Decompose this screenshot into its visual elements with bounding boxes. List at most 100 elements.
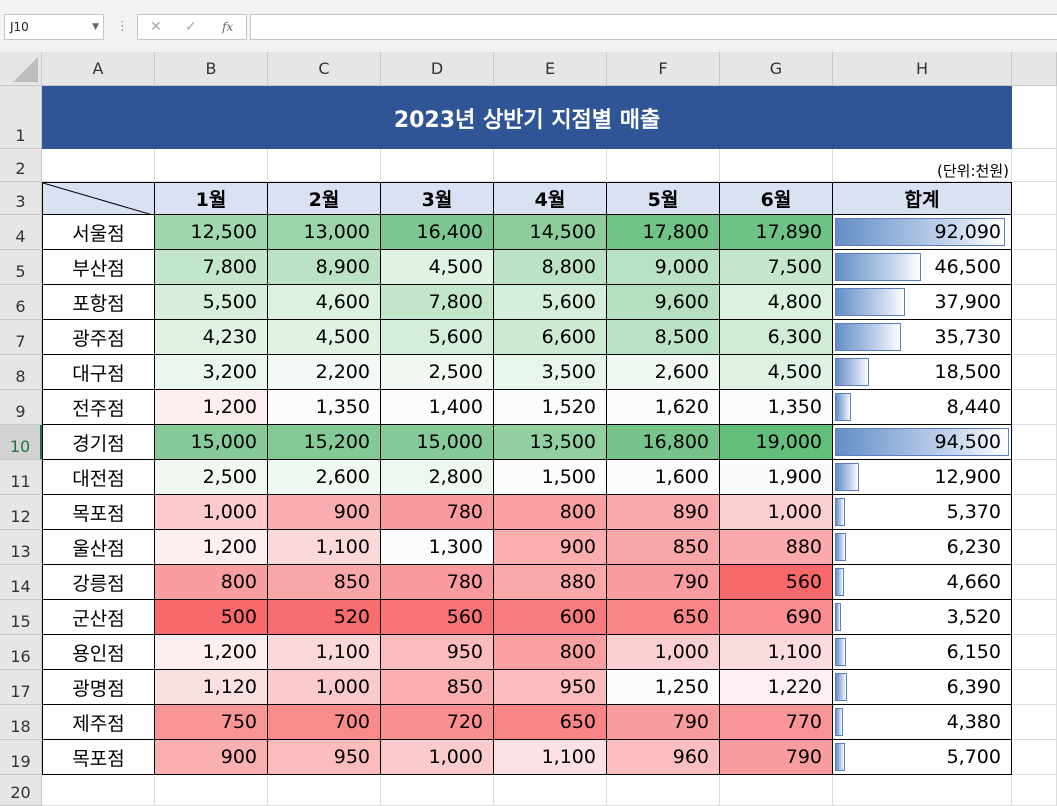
month-header-5[interactable]: 5월 (607, 182, 720, 215)
sales-cell[interactable]: 1,350 (268, 390, 381, 425)
sales-cell[interactable]: 560 (720, 565, 833, 600)
sales-cell[interactable]: 960 (607, 740, 720, 775)
sales-cell[interactable]: 2,500 (155, 460, 268, 495)
sheet-title[interactable]: 2023년 상반기 지점별 매출 (42, 86, 1012, 149)
month-header-3[interactable]: 3월 (381, 182, 494, 215)
branch-name[interactable]: 대구점 (42, 355, 155, 390)
sales-cell[interactable]: 950 (494, 670, 607, 705)
row-header-14[interactable]: 14 (0, 565, 42, 600)
cancel-icon[interactable]: ✕ (150, 15, 162, 39)
total-cell[interactable]: 92,090 (833, 215, 1012, 250)
grid-cell[interactable] (1012, 320, 1057, 355)
branch-name[interactable]: 광주점 (42, 320, 155, 355)
grid-cell[interactable] (720, 775, 833, 806)
grid-cell[interactable] (1012, 495, 1057, 530)
grid-cell[interactable] (155, 775, 268, 806)
sales-cell[interactable]: 560 (381, 600, 494, 635)
sales-cell[interactable]: 4,600 (268, 285, 381, 320)
total-cell[interactable]: 12,900 (833, 460, 1012, 495)
grid-cell[interactable] (268, 775, 381, 806)
total-cell[interactable]: 6,390 (833, 670, 1012, 705)
sales-cell[interactable]: 1,600 (607, 460, 720, 495)
sales-cell[interactable]: 4,500 (720, 355, 833, 390)
sales-cell[interactable]: 1,120 (155, 670, 268, 705)
sales-cell[interactable]: 520 (268, 600, 381, 635)
select-all-button[interactable] (0, 52, 42, 86)
row-header-8[interactable]: 8 (0, 355, 42, 390)
corner-header-cell[interactable] (42, 182, 155, 215)
sales-cell[interactable]: 1,500 (494, 460, 607, 495)
sales-cell[interactable]: 1,300 (381, 530, 494, 565)
branch-name[interactable]: 강릉점 (42, 565, 155, 600)
sales-cell[interactable]: 8,900 (268, 250, 381, 285)
branch-name[interactable]: 목포점 (42, 740, 155, 775)
sales-cell[interactable]: 880 (720, 530, 833, 565)
sales-cell[interactable]: 8,800 (494, 250, 607, 285)
month-header-6[interactable]: 6월 (720, 182, 833, 215)
row-header-15[interactable]: 15 (0, 600, 42, 635)
sales-cell[interactable]: 500 (155, 600, 268, 635)
sales-cell[interactable]: 7,800 (155, 250, 268, 285)
sales-cell[interactable]: 8,500 (607, 320, 720, 355)
formula-bar-grip-icon[interactable]: ⋮ (116, 14, 129, 40)
row-header-12[interactable]: 12 (0, 495, 42, 530)
insert-function-icon[interactable]: fx (222, 15, 233, 39)
row-header-4[interactable]: 4 (0, 215, 42, 250)
sales-cell[interactable]: 6,600 (494, 320, 607, 355)
sales-cell[interactable]: 800 (494, 495, 607, 530)
grid-cell[interactable] (1012, 705, 1057, 740)
sales-cell[interactable]: 15,200 (268, 425, 381, 460)
sales-cell[interactable]: 19,000 (720, 425, 833, 460)
total-cell[interactable]: 5,370 (833, 495, 1012, 530)
branch-name[interactable]: 용인점 (42, 635, 155, 670)
branch-name[interactable]: 제주점 (42, 705, 155, 740)
sales-cell[interactable]: 4,800 (720, 285, 833, 320)
grid-cell[interactable] (1012, 355, 1057, 390)
row-header-1[interactable]: 1 (0, 86, 42, 149)
branch-name[interactable]: 군산점 (42, 600, 155, 635)
row-header-2[interactable]: 2 (0, 149, 42, 182)
sales-cell[interactable]: 780 (381, 495, 494, 530)
grid-cell[interactable] (1012, 530, 1057, 565)
grid-cell[interactable] (1012, 390, 1057, 425)
sales-cell[interactable]: 2,600 (268, 460, 381, 495)
sales-cell[interactable]: 1,520 (494, 390, 607, 425)
name-box[interactable]: J10 ▼ (4, 14, 104, 40)
sales-cell[interactable]: 2,600 (607, 355, 720, 390)
row-header-19[interactable]: 19 (0, 740, 42, 775)
sales-cell[interactable]: 1,200 (155, 530, 268, 565)
grid-cell[interactable] (833, 775, 1012, 806)
row-header-5[interactable]: 5 (0, 250, 42, 285)
row-header-7[interactable]: 7 (0, 320, 42, 355)
sales-cell[interactable]: 1,250 (607, 670, 720, 705)
sales-cell[interactable]: 16,400 (381, 215, 494, 250)
total-cell[interactable]: 18,500 (833, 355, 1012, 390)
branch-name[interactable]: 포항점 (42, 285, 155, 320)
total-cell[interactable]: 3,520 (833, 600, 1012, 635)
sales-cell[interactable]: 7,500 (720, 250, 833, 285)
sales-cell[interactable]: 1,100 (268, 530, 381, 565)
sales-cell[interactable]: 9,000 (607, 250, 720, 285)
sales-cell[interactable]: 650 (607, 600, 720, 635)
sales-cell[interactable]: 850 (381, 670, 494, 705)
grid-cell[interactable] (1012, 740, 1057, 775)
grid-cell[interactable] (1012, 600, 1057, 635)
col-header-e[interactable]: E (494, 52, 607, 86)
grid-cell[interactable] (381, 149, 494, 182)
branch-name[interactable]: 서울점 (42, 215, 155, 250)
sales-cell[interactable]: 770 (720, 705, 833, 740)
sales-cell[interactable]: 900 (155, 740, 268, 775)
total-header[interactable]: 합계 (833, 182, 1012, 215)
row-header-20[interactable]: 20 (0, 775, 42, 806)
sales-cell[interactable]: 1,400 (381, 390, 494, 425)
grid-cell[interactable] (268, 149, 381, 182)
branch-name[interactable]: 경기점 (42, 425, 155, 460)
total-cell[interactable]: 46,500 (833, 250, 1012, 285)
formula-input[interactable] (250, 14, 1057, 40)
month-header-2[interactable]: 2월 (268, 182, 381, 215)
sales-cell[interactable]: 790 (720, 740, 833, 775)
branch-name[interactable]: 부산점 (42, 250, 155, 285)
sales-cell[interactable]: 1,100 (720, 635, 833, 670)
grid-cell[interactable] (1012, 182, 1057, 215)
sales-cell[interactable]: 650 (494, 705, 607, 740)
